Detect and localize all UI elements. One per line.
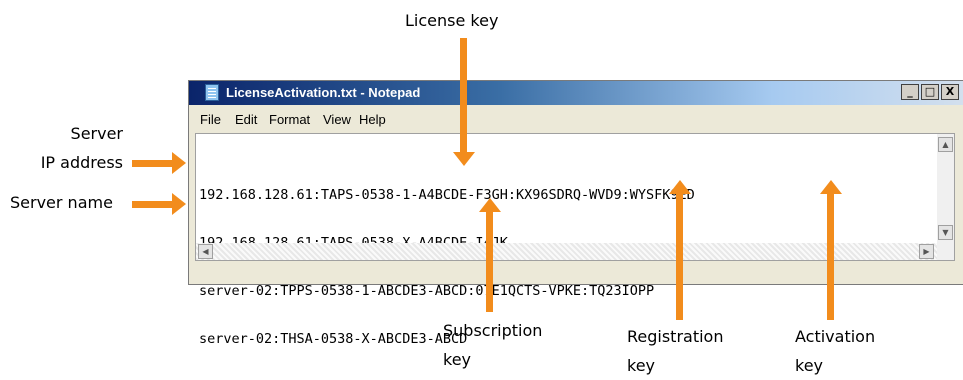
registration-key-arrow (676, 192, 683, 320)
server-ip-label-line2: IP address (40, 153, 123, 172)
activation-key-label-line1: Activation (795, 327, 876, 346)
server-ip-arrow (132, 160, 174, 167)
title-bar[interactable]: LicenseActivation.txt - Notepad _ □ X (189, 81, 963, 105)
server-ip-label-line1: Server (70, 124, 123, 143)
text-editor[interactable]: 192.168.128.61:TAPS-0538-1-A4BCDE-F3GH:K… (195, 133, 955, 347)
license-key-arrow (460, 38, 467, 154)
server-ip-arrowhead (172, 152, 186, 174)
text-line: server-02:TPPS-0538-1-ABCDE3-ABCD:07E1QC… (199, 283, 655, 299)
activation-key-arrow (827, 192, 834, 320)
horizontal-scrollbar[interactable]: ◀ (196, 243, 937, 260)
server-ip-label: Server IP address (27, 119, 123, 177)
vertical-scrollbar[interactable]: ▲ ▼ (937, 134, 954, 260)
menu-file[interactable]: File (200, 112, 221, 127)
scroll-down-icon[interactable]: ▼ (938, 225, 953, 240)
menu-edit[interactable]: Edit (235, 112, 257, 127)
license-key-label: License key (405, 11, 499, 30)
window-title: LicenseActivation.txt - Notepad (226, 85, 421, 100)
window-controls: _ □ X (901, 84, 959, 100)
activation-key-label-line2: key (795, 356, 824, 375)
menu-format[interactable]: Format (269, 112, 310, 127)
close-button[interactable]: X (941, 84, 959, 100)
scroll-right-icon[interactable]: ▶ (919, 244, 934, 259)
menu-help[interactable]: Help (359, 112, 386, 127)
menu-view[interactable]: View (323, 112, 351, 127)
text-line: 192.168.128.61:TAPS-0538-1-A4BCDE-F3GH:K… (199, 187, 695, 203)
subscription-key-arrow (486, 210, 493, 312)
maximize-button[interactable]: □ (921, 84, 939, 100)
server-name-arrow (132, 201, 174, 208)
scroll-left-icon[interactable]: ◀ (198, 244, 213, 259)
scroll-up-icon[interactable]: ▲ (938, 137, 953, 152)
editor-content: 192.168.128.61:TAPS-0538-1-A4BCDE-F3GH:K… (199, 155, 695, 379)
menu-bar: File Edit Format View Help (189, 107, 963, 129)
server-name-label: Server name (10, 193, 113, 212)
license-key-arrowhead (453, 152, 475, 166)
notepad-icon (205, 84, 219, 101)
notepad-window: LicenseActivation.txt - Notepad _ □ X Fi… (188, 80, 963, 347)
server-name-arrowhead (172, 193, 186, 215)
minimize-button[interactable]: _ (901, 84, 919, 100)
text-line: server-02:THSA-0538-X-ABCDE3-ABCD (199, 331, 468, 347)
activation-key-label: Activation key (795, 322, 875, 380)
